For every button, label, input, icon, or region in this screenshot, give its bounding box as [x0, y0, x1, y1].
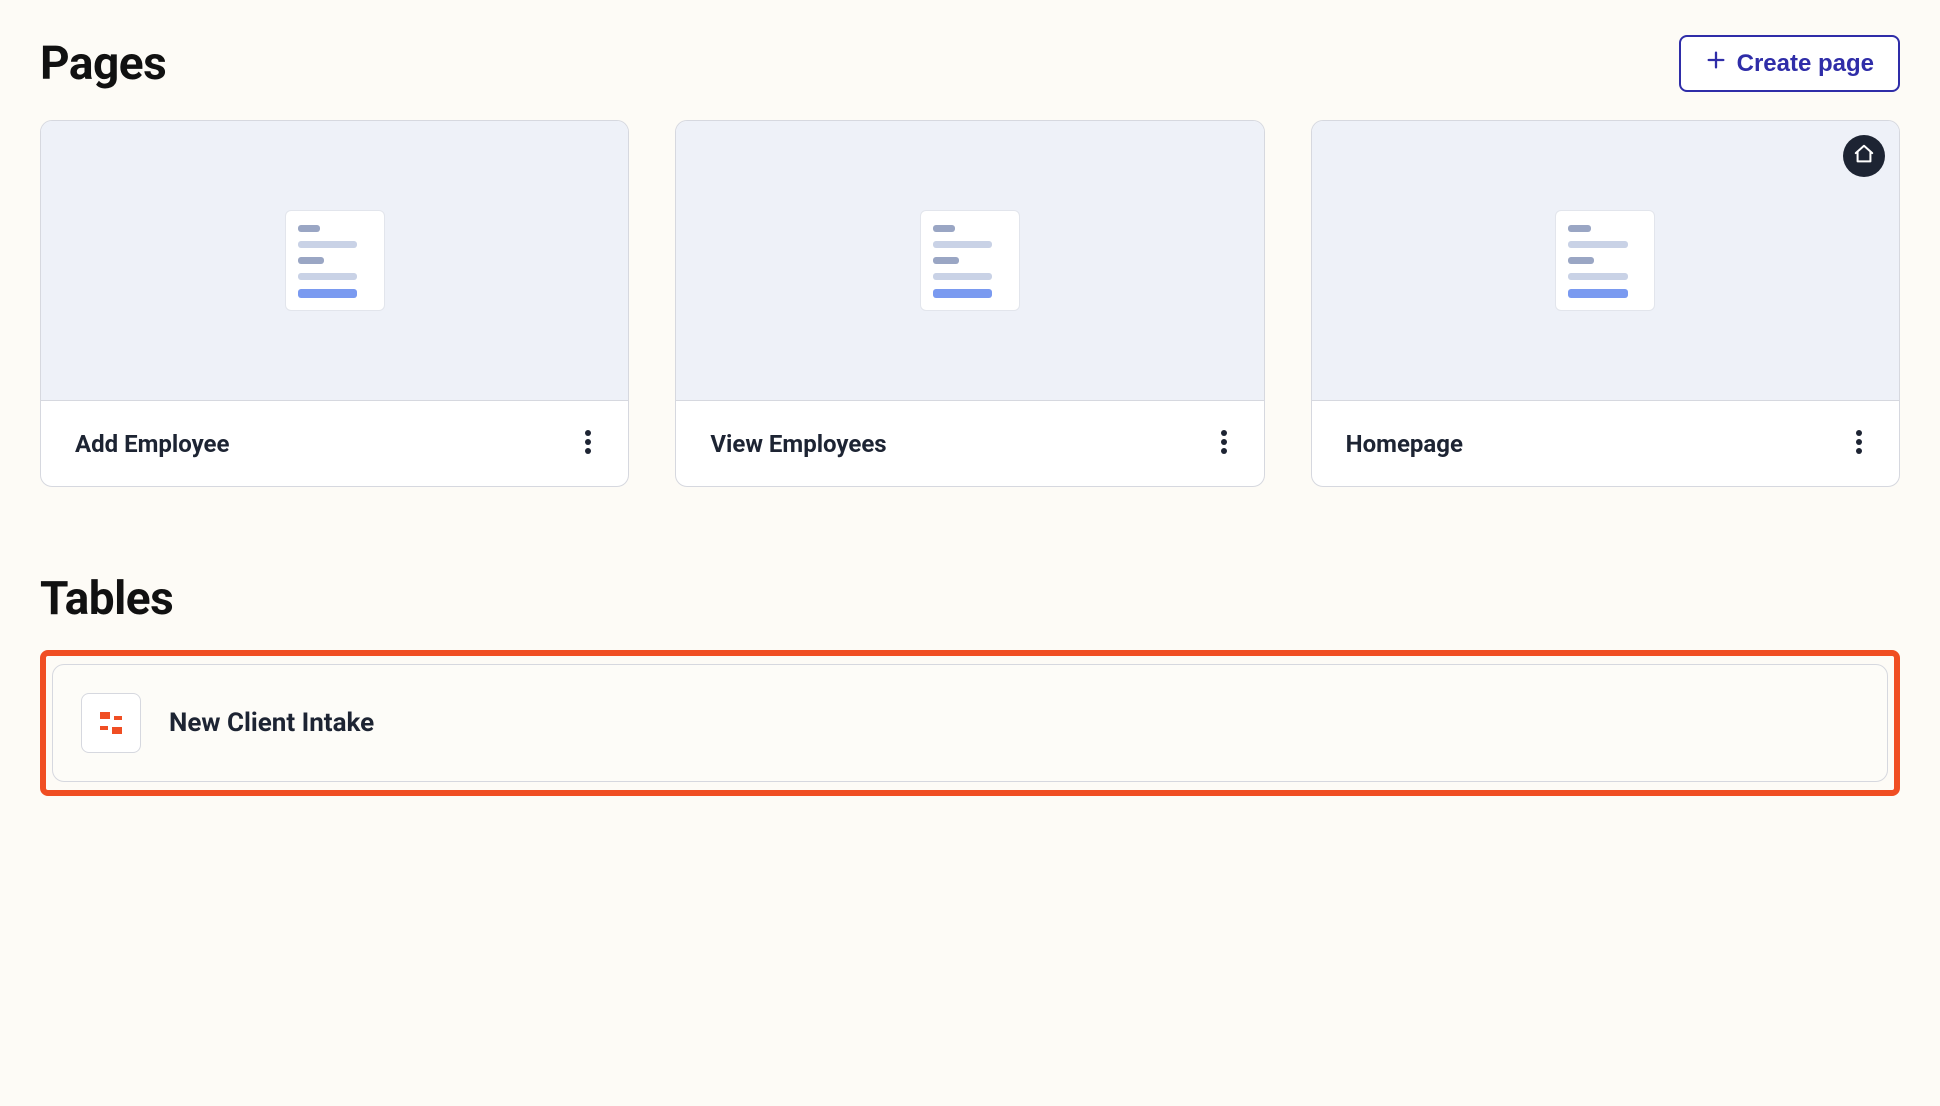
page-name: View Employees — [710, 430, 886, 458]
table-name: New Client Intake — [169, 708, 374, 738]
create-page-button[interactable]: Create page — [1679, 35, 1900, 92]
form-icon — [1555, 210, 1655, 311]
table-row[interactable]: New Client Intake — [52, 664, 1888, 782]
page-card-footer: Add Employee — [41, 401, 628, 486]
pages-title: Pages — [40, 37, 166, 91]
form-icon — [285, 210, 385, 311]
plus-icon — [1705, 49, 1727, 78]
form-icon — [920, 210, 1020, 311]
home-icon — [1853, 143, 1875, 169]
pages-header: Pages Create page — [40, 35, 1900, 92]
create-page-label: Create page — [1737, 50, 1874, 78]
page-thumbnail — [41, 121, 628, 401]
more-vertical-icon — [1220, 429, 1228, 458]
home-badge — [1843, 135, 1885, 177]
tables-title: Tables — [40, 572, 1900, 626]
page-thumbnail — [676, 121, 1263, 401]
more-options-button[interactable] — [1214, 423, 1234, 464]
more-options-button[interactable] — [578, 423, 598, 464]
page-card[interactable]: View Employees — [675, 120, 1264, 487]
page-card[interactable]: Add Employee — [40, 120, 629, 487]
more-vertical-icon — [584, 429, 592, 458]
highlight-annotation: New Client Intake — [40, 650, 1900, 796]
page-card-footer: Homepage — [1312, 401, 1899, 486]
page-name: Add Employee — [75, 430, 229, 458]
more-options-button[interactable] — [1849, 423, 1869, 464]
page-name: Homepage — [1346, 430, 1463, 458]
page-thumbnail — [1312, 121, 1899, 401]
more-vertical-icon — [1855, 429, 1863, 458]
pages-grid: Add Employee View Employees — [40, 120, 1900, 487]
tables-section: Tables New Client Intake — [40, 572, 1900, 796]
page-card-footer: View Employees — [676, 401, 1263, 486]
page-card[interactable]: Homepage — [1311, 120, 1900, 487]
table-icon — [81, 693, 141, 753]
